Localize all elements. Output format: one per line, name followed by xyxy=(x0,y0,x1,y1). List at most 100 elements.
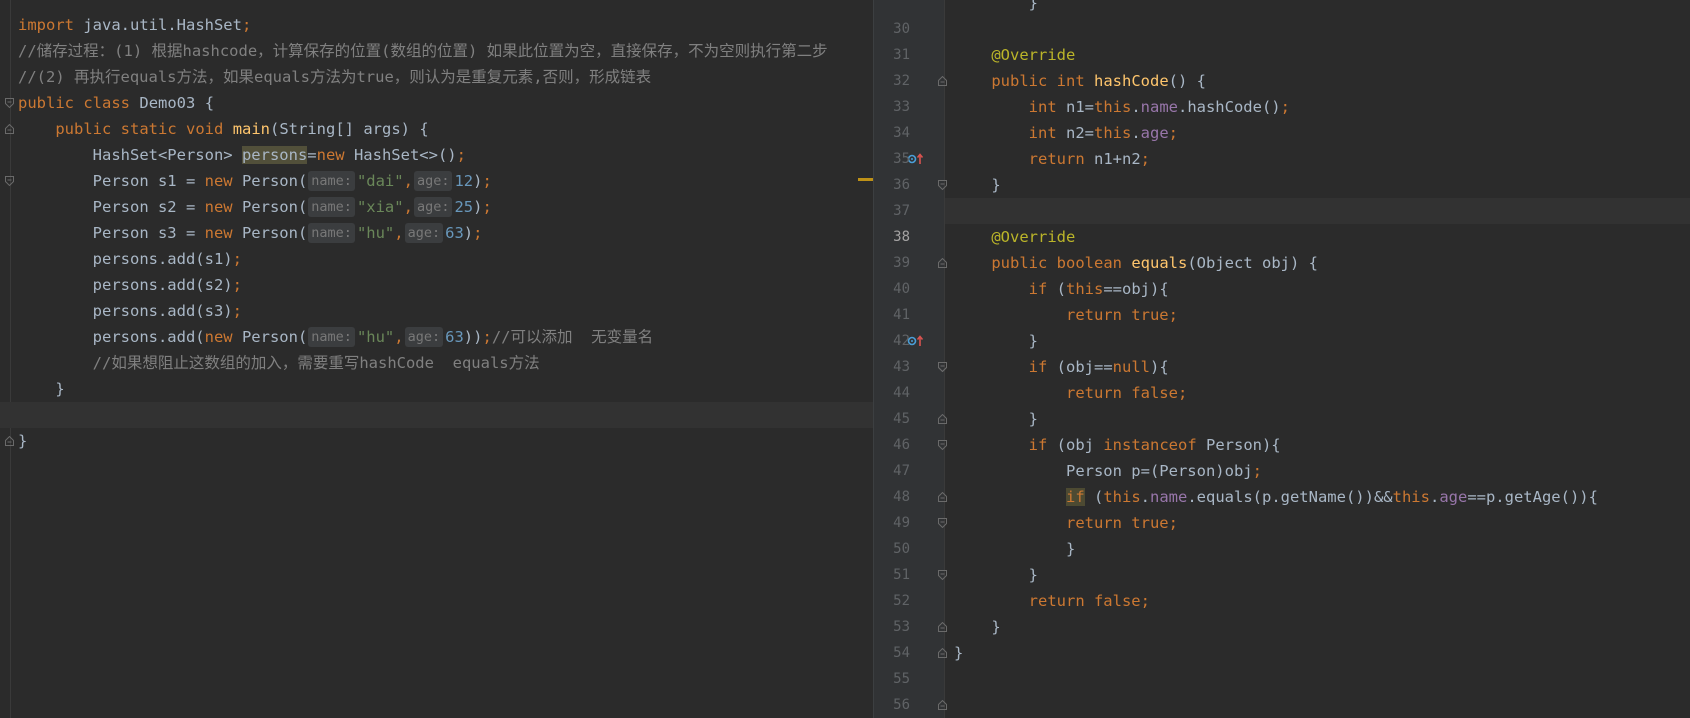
code-line[interactable]: 56 xyxy=(874,666,1690,713)
field: age xyxy=(1439,488,1468,506)
field: name xyxy=(1150,488,1188,506)
string-literal: "hu" xyxy=(356,224,395,242)
code-text: ==obj){ xyxy=(1103,280,1169,298)
number-literal: 12 xyxy=(454,172,474,190)
brace: } xyxy=(991,176,1001,194)
field: name xyxy=(1140,98,1178,116)
code-line[interactable]: 45 return false; xyxy=(874,380,1690,427)
code-line[interactable]: persons.add(s3); xyxy=(0,298,873,324)
code-text: = xyxy=(307,146,317,164)
code-text: (Object obj) { xyxy=(1187,254,1318,272)
code-text: ==p.getAge()){ xyxy=(1467,488,1598,506)
semicolon: ; xyxy=(1168,124,1178,142)
code-line[interactable]: 49 if (this.name.equals(p.getName())&&th… xyxy=(874,484,1690,580)
code-text: ( xyxy=(1084,488,1104,506)
code-line[interactable]: 41 if (this==obj){ xyxy=(874,276,1690,372)
code-line[interactable]: 30 } xyxy=(874,0,1690,86)
right-editor-pane[interactable]: 30 } 31 32 @Override 33 public int hashC… xyxy=(874,0,1690,718)
comment: //可以添加 无变量名 xyxy=(491,328,654,346)
code-text: () { xyxy=(1168,72,1206,90)
line-number: 56 xyxy=(893,697,910,713)
code-line[interactable]: 47 if (obj instanceof Person){ xyxy=(874,432,1690,528)
keyword: this xyxy=(1066,280,1104,298)
code-text: java.util.HashSet xyxy=(74,16,242,34)
brace: } xyxy=(55,380,65,398)
comment: //储存过程：(1) 根据hashcode，计算保存的位置(数组的位置) 如果此… xyxy=(18,42,828,60)
semicolon: ; xyxy=(482,328,492,346)
code-line[interactable]: 42 return true; xyxy=(874,302,1690,349)
keyword: int xyxy=(1028,98,1057,116)
keyword: new xyxy=(316,146,345,164)
code-line[interactable]: Person s1 = new Person(name: "dai", age: 12… xyxy=(0,168,873,194)
code-line[interactable]: HashSet<Person> persons=new HashSet<>(); xyxy=(0,142,873,168)
code-text: Person( xyxy=(232,224,308,242)
code-line[interactable]: 52 } xyxy=(874,562,1690,658)
code-text: . xyxy=(1429,488,1440,506)
fold-end-icon[interactable] xyxy=(937,692,947,718)
code-line[interactable]: import java.util.HashSet; xyxy=(0,12,873,38)
code-line[interactable]: public static void main(String[] args) { xyxy=(0,116,873,186)
keyword: public xyxy=(991,254,1048,272)
code-line[interactable]: 36 return n1+n2; xyxy=(874,146,1690,193)
code-line[interactable]: 54 } xyxy=(874,614,1690,710)
code-text: HashSet<Person> xyxy=(92,146,242,164)
code-line[interactable]: persons.add(s1); xyxy=(0,246,873,272)
semicolon: ; xyxy=(473,224,483,242)
semicolon: ; xyxy=(232,276,242,294)
keyword: new xyxy=(204,224,233,242)
keyword: void xyxy=(186,120,224,138)
code-line[interactable]: 39 @Override xyxy=(874,224,1690,271)
code-line[interactable]: } xyxy=(0,428,873,454)
brace: } xyxy=(991,618,1001,636)
string-literal: "dai" xyxy=(356,172,404,190)
code-line[interactable]: 48 Person p=(Person)obj; xyxy=(874,458,1690,505)
string-literal: "hu" xyxy=(356,328,395,346)
code-text: ( xyxy=(1047,280,1066,298)
code-line[interactable]: public class Demo03 { xyxy=(0,90,873,116)
code-line[interactable]: 38 xyxy=(874,198,1690,245)
code-line[interactable]: 40 public boolean equals(Object obj) { xyxy=(874,250,1690,372)
code-text: Person p=(Person)obj xyxy=(1065,462,1253,480)
code-line[interactable]: 51 } xyxy=(874,536,1690,632)
code-line[interactable]: //(2) 再执行equals方法，如果equals方法为true，则认为是重复… xyxy=(0,64,873,134)
variable-highlight[interactable]: persons xyxy=(241,146,308,164)
code-line[interactable]: 32 @Override xyxy=(874,42,1690,89)
code-line[interactable]: 34 int n1=this.name.hashCode(); xyxy=(874,94,1690,141)
code-line[interactable]: //储存过程：(1) 根据hashcode，计算保存的位置(数组的位置) 如果此… xyxy=(0,38,873,108)
left-editor-pane[interactable]: import java.util.HashSet; //储存过程：(1) 根据h… xyxy=(0,0,873,718)
code-line[interactable]: 35 int n2=this.age; xyxy=(874,120,1690,167)
keyword: null xyxy=(1112,358,1150,376)
code-line[interactable]: 31 xyxy=(874,16,1690,63)
keyword: public xyxy=(991,72,1048,90)
code-line[interactable]: } xyxy=(0,376,873,446)
code-line[interactable]: persons.add(s2); xyxy=(0,272,873,298)
code-text: Person s2 = xyxy=(92,198,205,216)
code-line[interactable]: 37 } xyxy=(874,172,1690,268)
code-line[interactable]: persons.add(new Person(name: "hu", age: 63)… xyxy=(0,324,873,350)
code-line[interactable]: 33 public int hashCode() { xyxy=(874,68,1690,190)
current-line[interactable] xyxy=(0,402,873,428)
comma: , xyxy=(394,224,404,242)
code-text: persons.add(s1) xyxy=(92,250,233,268)
class-name: Demo03 xyxy=(139,94,196,112)
code-line[interactable]: Person s3 = new Person(name: "hu", age: 63)… xyxy=(0,220,873,246)
keyword: if xyxy=(1028,280,1048,298)
warning-marker[interactable] xyxy=(858,178,873,181)
code-line[interactable]: 50 return true; xyxy=(874,510,1690,557)
code-line[interactable]: 53 return false; xyxy=(874,588,1690,635)
keyword: return xyxy=(1028,150,1085,168)
code-line[interactable]: 55 } xyxy=(874,640,1690,687)
code-text: Person){ xyxy=(1196,436,1281,454)
keyword: public xyxy=(18,94,74,112)
code-line[interactable]: 44 if (obj==null){ xyxy=(874,354,1690,450)
code-text: n1+n2 xyxy=(1084,150,1141,168)
code-line[interactable]: 43 } xyxy=(874,328,1690,424)
code-line[interactable]: 46 } xyxy=(874,406,1690,502)
number-literal: 63 xyxy=(445,328,464,346)
keyword: this xyxy=(1392,488,1430,506)
parameter-hint: age: xyxy=(404,327,444,347)
code-line[interactable]: //如果想阻止这数组的加入，需要重写hashCode equals方法 xyxy=(0,350,873,376)
parameter-hint: name: xyxy=(308,223,355,243)
code-text: n1= xyxy=(1056,98,1094,116)
code-line[interactable]: Person s2 = new Person(name: "xia", age: 25… xyxy=(0,194,873,220)
